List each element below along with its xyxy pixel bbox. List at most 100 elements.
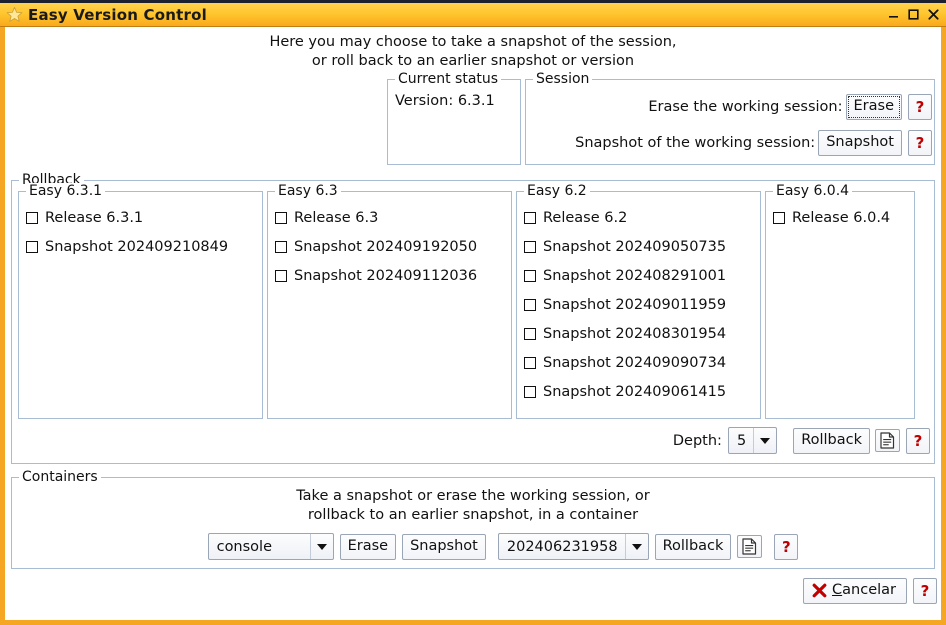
list-item[interactable]: Snapshot 202408291001 <box>524 261 760 290</box>
container-snapshot-button[interactable]: Snapshot <box>402 533 486 560</box>
session-snapshot-label: Snapshot of the working session: <box>575 135 816 151</box>
checkbox[interactable] <box>26 211 38 224</box>
document-icon <box>880 432 895 449</box>
checkbox[interactable] <box>524 385 536 398</box>
checkbox[interactable] <box>275 269 287 282</box>
red-x-icon <box>812 583 827 598</box>
checkbox[interactable] <box>773 211 785 224</box>
rollback-columns: Easy 6.3.1 Release 6.3.1 Snapshot 202409… <box>12 181 934 419</box>
session-legend: Session <box>533 71 593 87</box>
list-item[interactable]: Snapshot 202409090734 <box>524 348 760 377</box>
chevron-down-icon[interactable] <box>626 534 648 559</box>
checkbox[interactable] <box>524 298 536 311</box>
list-item[interactable]: Snapshot 202409210849 <box>26 232 262 261</box>
list-item-label: Release 6.3 <box>294 209 379 226</box>
containers-description: Take a snapshot or erase the working ses… <box>12 478 934 525</box>
list-item[interactable]: Snapshot 202409192050 <box>275 232 511 261</box>
maximize-icon[interactable] <box>904 5 922 25</box>
minimize-icon[interactable] <box>884 5 902 25</box>
cancel-button-mnemonic: C <box>832 582 843 598</box>
session-snapshot-button[interactable]: Snapshot <box>818 130 902 156</box>
close-icon[interactable] <box>924 5 942 25</box>
list-item[interactable]: Snapshot 202409050735 <box>524 232 760 261</box>
footer-help-icon[interactable]: ? <box>913 578 937 604</box>
version-group-2: Easy 6.2 Release 6.2 Snapshot 2024090507… <box>516 183 761 419</box>
list-item-label: Snapshot 202409192050 <box>294 238 478 255</box>
rollback-actions-row: Depth: 5 Rollback ? <box>12 419 934 454</box>
title-bar[interactable]: Easy Version Control <box>0 0 946 27</box>
session-group: Session Erase the working session: Erase… <box>525 71 935 165</box>
depth-select[interactable]: 5 <box>727 427 778 454</box>
session-snapshot-row: Snapshot of the working session: Snapsho… <box>526 125 934 161</box>
list-item-label: Snapshot 202409061415 <box>543 383 727 400</box>
checkbox[interactable] <box>275 240 287 253</box>
version-group-3-legend: Easy 6.0.4 <box>773 183 853 199</box>
list-item-label: Snapshot 202409011959 <box>543 296 727 313</box>
checkbox[interactable] <box>524 211 536 224</box>
list-item[interactable]: Snapshot 202408301954 <box>524 319 760 348</box>
version-group-0-legend: Easy 6.3.1 <box>26 183 106 199</box>
container-snapshot-select[interactable]: 202406231958 <box>497 533 649 560</box>
container-select[interactable]: console <box>207 533 334 560</box>
intro-text: Here you may choose to take a snapshot o… <box>5 27 941 71</box>
version-group-2-items: Release 6.2 Snapshot 202409050735 Snapsh… <box>517 192 760 406</box>
intro-line-1: Here you may choose to take a snapshot o… <box>269 34 677 50</box>
list-item-label: Snapshot 202408291001 <box>543 267 727 284</box>
current-status-legend: Current status <box>395 71 502 87</box>
container-log-button[interactable] <box>737 535 763 558</box>
list-item-label: Snapshot 202409112036 <box>294 267 478 284</box>
depth-label: Depth: <box>672 432 722 449</box>
list-item-label: Release 6.0.4 <box>792 209 891 226</box>
session-erase-row: Erase the working session: Erase ? <box>526 89 934 125</box>
checkbox[interactable] <box>524 269 536 282</box>
version-group-2-legend: Easy 6.2 <box>524 183 590 199</box>
version-group-0: Easy 6.3.1 Release 6.3.1 Snapshot 202409… <box>18 183 263 419</box>
list-item[interactable]: Snapshot 202409112036 <box>275 261 511 290</box>
session-snapshot-help-icon[interactable]: ? <box>908 130 932 156</box>
list-item[interactable]: Snapshot 202409061415 <box>524 377 760 406</box>
session-erase-help-icon[interactable]: ? <box>908 94 932 120</box>
list-item-label: Snapshot 202409090734 <box>543 354 727 371</box>
checkbox[interactable] <box>26 240 38 253</box>
list-item[interactable]: Release 6.3.1 <box>26 203 262 232</box>
list-item-label: Release 6.3.1 <box>45 209 144 226</box>
container-snapshot-value: 202406231958 <box>499 534 626 559</box>
chevron-down-icon[interactable] <box>754 428 776 453</box>
version-group-1-items: Release 6.3 Snapshot 202409192050 Snapsh… <box>268 192 511 290</box>
rollback-button[interactable]: Rollback <box>793 427 870 454</box>
list-item-label: Snapshot 202409210849 <box>45 238 229 255</box>
checkbox[interactable] <box>524 240 536 253</box>
list-item-label: Snapshot 202408301954 <box>543 325 727 342</box>
cancel-button[interactable]: Cancelar <box>803 578 907 604</box>
session-erase-button[interactable]: Erase <box>845 94 902 120</box>
checkbox[interactable] <box>275 211 287 224</box>
list-item[interactable]: Snapshot 202409011959 <box>524 290 760 319</box>
checkbox[interactable] <box>524 356 536 369</box>
rollback-log-button[interactable] <box>875 429 900 452</box>
session-rows: Erase the working session: Erase ? Snaps… <box>526 80 934 161</box>
container-rollback-button[interactable]: Rollback <box>654 533 732 560</box>
containers-help-icon[interactable]: ? <box>774 533 799 560</box>
top-row: Current status Version: 6.3.1 Session Er… <box>5 71 935 165</box>
rollback-help-icon[interactable]: ? <box>906 427 930 454</box>
list-item[interactable]: Release 6.3 <box>275 203 511 232</box>
version-group-0-items: Release 6.3.1 Snapshot 202409210849 <box>19 192 262 261</box>
containers-actions-row: console Erase Snapshot 202406231958 Roll… <box>12 525 934 560</box>
chevron-down-icon[interactable] <box>311 534 333 559</box>
document-icon <box>742 538 757 555</box>
cancel-button-label: ancelar <box>842 582 896 598</box>
checkbox[interactable] <box>524 327 536 340</box>
list-item-label: Release 6.2 <box>543 209 628 226</box>
session-erase-label: Erase the working session: <box>648 99 843 115</box>
container-erase-button[interactable]: Erase <box>339 533 397 560</box>
container-value: console <box>209 534 311 559</box>
list-item[interactable]: Release 6.2 <box>524 203 760 232</box>
version-group-1-legend: Easy 6.3 <box>275 183 341 199</box>
star-icon <box>6 6 23 22</box>
containers-group: Containers Take a snapshot or erase the … <box>11 469 935 569</box>
list-item[interactable]: Release 6.0.4 <box>773 203 914 232</box>
containers-description-line-2: rollback to an earlier snapshot, in a co… <box>307 507 639 523</box>
containers-description-line-1: Take a snapshot or erase the working ses… <box>296 488 650 504</box>
client-area: Here you may choose to take a snapshot o… <box>5 27 941 617</box>
depth-value: 5 <box>729 428 755 453</box>
